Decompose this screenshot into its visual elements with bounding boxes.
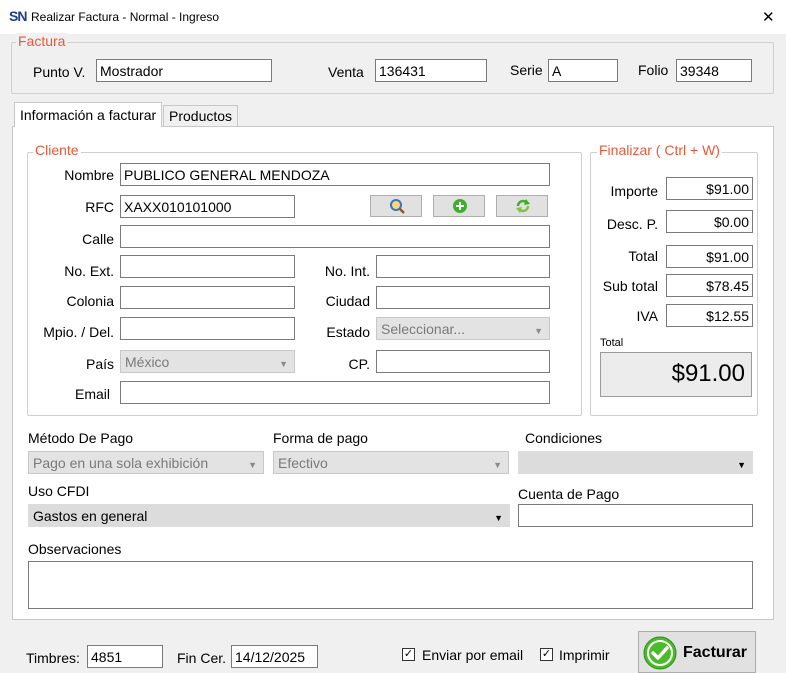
metodo-label: Método De Pago — [28, 430, 134, 446]
close-icon[interactable]: ✕ — [762, 8, 775, 26]
uso-cfdi-select-value: Gastos en general — [33, 508, 148, 524]
grand-total-label: Total — [600, 337, 624, 349]
subtotal-field: $78.45 — [666, 274, 753, 297]
metodo-select[interactable]: Pago en una sola exhibición ▼ — [28, 451, 264, 474]
tab-productos[interactable]: Productos — [163, 105, 239, 126]
colonia-field[interactable] — [120, 286, 295, 309]
condiciones-label: Condiciones — [525, 430, 603, 446]
search-icon — [389, 198, 405, 217]
venta-field[interactable]: 136431 — [375, 59, 487, 82]
serie-label: Serie — [510, 62, 543, 78]
punto-v-label: Punto V. — [33, 64, 86, 80]
ciudad-label: Ciudad — [325, 293, 370, 309]
email-field[interactable] — [120, 381, 550, 404]
no-ext-field[interactable] — [120, 255, 295, 278]
cp-label: CP. — [348, 356, 370, 372]
chevron-down-icon: ▼ — [279, 359, 288, 369]
check-icon: ✓ — [541, 648, 552, 660]
iva-field: $12.55 — [666, 304, 753, 327]
estado-select-value: Seleccionar... — [381, 321, 466, 337]
calle-label: Calle — [82, 231, 114, 247]
mpio-label: Mpio. / Del. — [43, 324, 114, 340]
folio-field[interactable]: 39348 — [676, 59, 752, 82]
cliente-group — [27, 152, 582, 416]
uso-cfdi-select[interactable]: Gastos en general ▼ — [28, 504, 510, 527]
check-circle-icon — [643, 636, 677, 673]
desc-field[interactable]: $0.00 — [666, 210, 753, 233]
uso-cfdi-label: Uso CFDI — [28, 483, 90, 499]
cuenta-label: Cuenta de Pago — [518, 486, 620, 502]
calle-field[interactable] — [120, 225, 550, 248]
timbres-field: 4851 — [87, 645, 163, 668]
factura-legend: Factura — [16, 33, 68, 49]
pais-select[interactable]: México ▼ — [120, 350, 295, 373]
pais-select-value: México — [125, 354, 170, 370]
importe-field: $91.00 — [666, 177, 753, 200]
total-label: Total — [628, 248, 658, 264]
no-int-field[interactable] — [376, 255, 550, 278]
cp-field[interactable] — [376, 350, 550, 373]
forma-select-value: Efectivo — [278, 455, 328, 471]
pais-label: País — [85, 356, 114, 372]
chevron-down-icon: ▼ — [494, 513, 503, 523]
nombre-label: Nombre — [64, 167, 114, 183]
nombre-field[interactable]: PUBLICO GENERAL MENDOZA — [120, 163, 550, 186]
forma-select[interactable]: Efectivo ▼ — [273, 451, 509, 474]
rfc-field[interactable]: XAXX010101000 — [120, 195, 295, 218]
iva-label: IVA — [636, 308, 658, 324]
window-title: Realizar Factura - Normal - Ingreso — [31, 10, 220, 24]
punto-v-field[interactable]: Mostrador — [96, 59, 272, 82]
colonia-label: Colonia — [66, 293, 114, 309]
serie-field[interactable]: A — [548, 59, 618, 82]
grand-total-display: $91.00 — [600, 352, 752, 397]
imprimir-checkbox[interactable]: ✓ — [540, 648, 553, 661]
observaciones-label: Observaciones — [28, 541, 122, 557]
folio-label: Folio — [638, 62, 669, 78]
check-icon: ✓ — [403, 648, 414, 660]
cuenta-field[interactable] — [518, 504, 753, 527]
facturar-label: Facturar — [683, 644, 748, 661]
estado-label: Estado — [326, 324, 370, 340]
finalizar-legend: Finalizar ( Ctrl + W) — [597, 142, 722, 158]
title-bar: SN Realizar Factura - Normal - Ingreso ✕ — [0, 0, 786, 34]
chevron-down-icon: ▼ — [737, 460, 746, 470]
app-logo: SN — [9, 8, 27, 24]
total-field: $91.00 — [666, 245, 753, 268]
chevron-down-icon: ▼ — [534, 326, 543, 336]
add-icon — [452, 198, 468, 217]
cliente-legend: Cliente — [33, 142, 81, 158]
observaciones-field[interactable] — [28, 561, 753, 609]
enviar-email-label[interactable]: Enviar por email — [422, 647, 523, 663]
enviar-email-checkbox[interactable]: ✓ — [402, 648, 415, 661]
rfc-label: RFC — [85, 199, 114, 215]
metodo-select-value: Pago en una sola exhibición — [33, 455, 209, 471]
fin-cer-field: 14/12/2025 — [231, 645, 318, 668]
subtotal-label: Sub total — [602, 278, 658, 294]
forma-label: Forma de pago — [273, 430, 368, 446]
refresh-icon — [515, 198, 531, 217]
ciudad-field[interactable] — [376, 286, 550, 309]
venta-label: Venta — [328, 64, 364, 80]
estado-select[interactable]: Seleccionar... ▼ — [376, 317, 550, 340]
chevron-down-icon: ▼ — [493, 460, 502, 470]
timbres-label: Timbres: — [26, 650, 80, 666]
chevron-down-icon: ▼ — [248, 460, 257, 470]
condiciones-select[interactable]: ▼ — [518, 451, 753, 474]
add-client-button[interactable] — [433, 195, 485, 217]
tab-informacion[interactable]: Información a facturar — [14, 102, 163, 127]
fin-cer-label: Fin Cer. — [177, 650, 227, 666]
facturar-button[interactable]: Facturar — [638, 631, 756, 673]
search-client-button[interactable] — [370, 195, 422, 217]
imprimir-label[interactable]: Imprimir — [559, 647, 610, 663]
no-int-label: No. Int. — [324, 263, 370, 279]
desc-label: Desc. P. — [606, 216, 658, 232]
mpio-field[interactable] — [120, 317, 295, 340]
refresh-client-button[interactable] — [496, 195, 548, 217]
no-ext-label: No. Ext. — [64, 263, 114, 279]
importe-label: Importe — [610, 183, 658, 199]
email-label: Email — [74, 386, 110, 402]
